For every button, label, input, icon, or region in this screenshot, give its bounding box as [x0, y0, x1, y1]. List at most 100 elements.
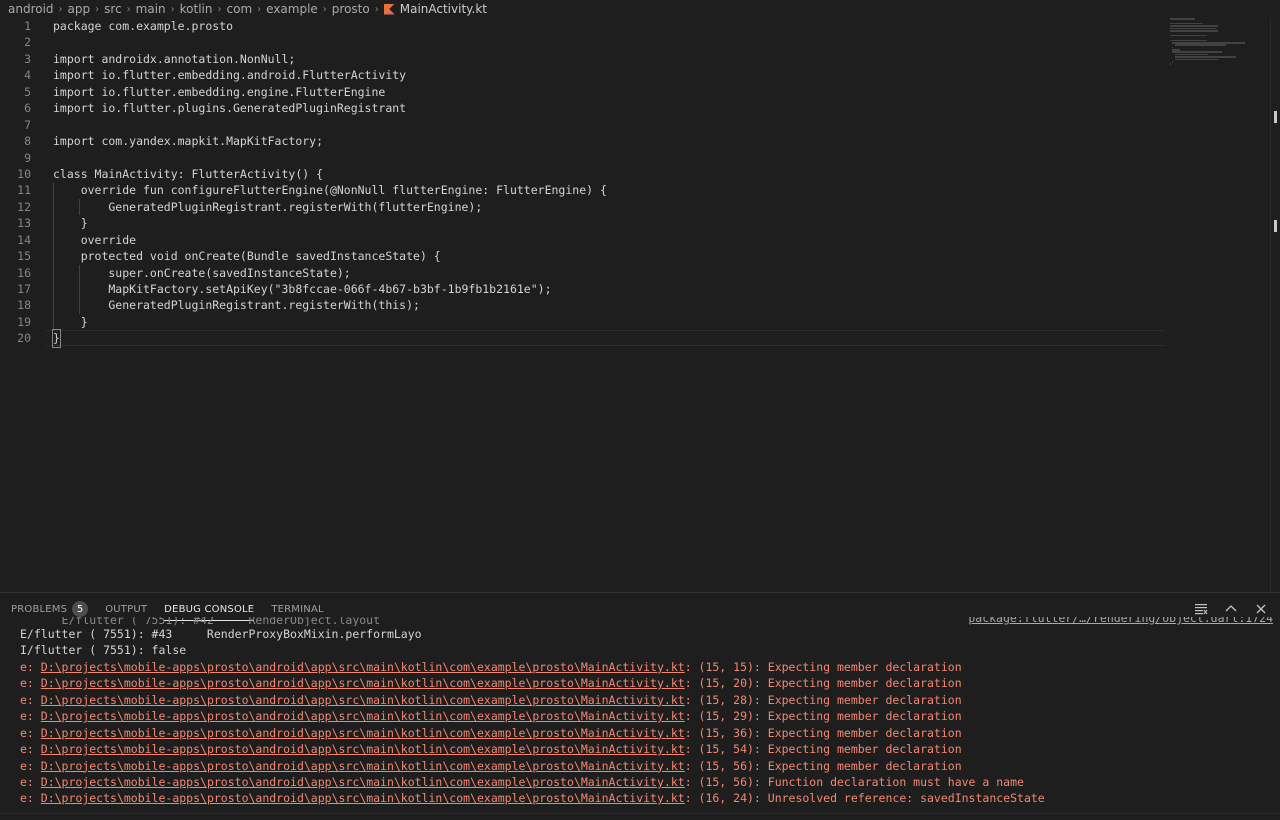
chevron-right-icon: › — [217, 3, 222, 15]
breadcrumb-item-prosto[interactable]: prosto — [332, 2, 370, 16]
kotlin-file-icon — [383, 3, 395, 15]
maximize-panel-button[interactable] — [1222, 600, 1240, 618]
line-number: 1 — [24, 19, 31, 33]
code-text[interactable]: import io.flutter.plugins.GeneratedPlugi… — [53, 100, 406, 116]
console-error-line: e: D:\projects\mobile-apps\prosto\androi… — [0, 741, 1280, 757]
breadcrumb-item-app[interactable]: app — [68, 2, 91, 16]
line-number: 2 — [24, 35, 31, 50]
minimap-line — [1174, 56, 1236, 58]
chevron-right-icon: › — [374, 3, 379, 15]
minimap[interactable] — [1170, 18, 1268, 66]
line-number: 17 — [17, 282, 31, 296]
line-number: 3 — [24, 51, 31, 66]
clear-console-icon — [1195, 604, 1208, 615]
error-file-link[interactable]: D:\projects\mobile-apps\prosto\android\a… — [41, 693, 685, 707]
line-number: 15 — [17, 249, 31, 264]
code-text[interactable]: class MainActivity: FlutterActivity() { — [53, 166, 323, 182]
minimap-line — [1170, 25, 1219, 27]
error-file-link[interactable]: D:\projects\mobile-apps\prosto\android\a… — [41, 709, 685, 723]
console-line: E/flutter ( 7551): #43 RenderProxyBoxMix… — [0, 626, 1280, 642]
error-file-link[interactable]: D:\projects\mobile-apps\prosto\android\a… — [41, 759, 685, 773]
error-prefix: e: — [20, 742, 41, 757]
error-file-link[interactable]: D:\projects\mobile-apps\prosto\android\a… — [41, 791, 685, 805]
console-text: E/flutter ( 7551): #43 RenderProxyBoxMix… — [20, 627, 422, 641]
code-text[interactable]: import io.flutter.embedding.android.Flut… — [53, 67, 406, 83]
line-number: 20 — [17, 331, 31, 346]
error-file-link[interactable]: D:\projects\mobile-apps\prosto\android\a… — [41, 775, 685, 789]
minimap-line — [1172, 46, 1174, 49]
chevron-right-icon: › — [95, 3, 100, 15]
error-message: : (15, 54): Expecting member declaration — [684, 742, 962, 757]
minimap-line — [1170, 22, 1204, 25]
code-text[interactable]: } — [52, 329, 61, 348]
code-text[interactable]: override — [53, 232, 136, 248]
breadcrumb-file[interactable]: MainActivity.kt — [400, 2, 487, 16]
error-message: : (16, 24): Unresolved reference: savedI… — [684, 791, 1045, 806]
line-number: 9 — [24, 150, 31, 165]
minimap-line — [1170, 34, 1208, 37]
code-text[interactable]: super.onCreate(savedInstanceState); — [53, 265, 350, 281]
clear-console-button[interactable] — [1192, 600, 1210, 618]
tab-label: PROBLEMS — [11, 603, 68, 615]
console-text: E/flutter ( 7551): #42 RenderObject.layo… — [61, 617, 381, 626]
tab-label: DEBUG CONSOLE — [164, 603, 255, 615]
breadcrumb-item-android[interactable]: android — [8, 2, 54, 16]
debug-console-output[interactable]: E/flutter ( 7551): #42 RenderObject.layo… — [0, 617, 1280, 814]
line-number: 6 — [24, 101, 31, 116]
line-number: 18 — [17, 298, 31, 313]
code-text[interactable]: import com.yandex.mapkit.MapKitFactory; — [53, 133, 323, 149]
console-error-line: e: D:\projects\mobile-apps\prosto\androi… — [0, 725, 1280, 741]
console-source-link[interactable]: package:flutter/…/rendering/object.dart:… — [968, 617, 1273, 624]
minimap-line — [1174, 58, 1218, 61]
error-file-link[interactable]: D:\projects\mobile-apps\prosto\android\a… — [41, 726, 685, 740]
error-message: : (15, 28): Expecting member declaration — [684, 692, 962, 707]
code-text[interactable]: protected void onCreate(Bundle savedInst… — [53, 248, 441, 264]
code-text[interactable]: import io.flutter.embedding.engine.Flutt… — [53, 84, 385, 100]
current-line-highlight — [46, 330, 1166, 347]
error-prefix: e: — [20, 676, 41, 691]
minimap-line — [1172, 51, 1222, 54]
chevron-right-icon: › — [257, 3, 262, 15]
error-message: : (15, 56): Function declaration must ha… — [684, 774, 1024, 789]
vertical-scrollbar[interactable] — [1270, 18, 1280, 592]
line-number: 5 — [24, 84, 31, 99]
code-text[interactable]: override fun configureFlutterEngine(@Non… — [53, 182, 607, 198]
code-text[interactable]: MapKitFactory.setApiKey("3b8fccae-066f-4… — [53, 281, 551, 297]
error-prefix: e: — [20, 791, 41, 806]
chevron-up-icon — [1225, 605, 1237, 612]
console-text: I/flutter ( 7551): false — [20, 643, 187, 658]
error-prefix: e: — [20, 659, 41, 674]
code-text[interactable]: import androidx.annotation.NonNull; — [53, 51, 295, 67]
code-text[interactable]: GeneratedPluginRegistrant.registerWith(t… — [53, 297, 420, 313]
breadcrumb-item-com[interactable]: com — [227, 2, 253, 16]
minimap-line — [1174, 44, 1227, 46]
code-text[interactable]: GeneratedPluginRegistrant.registerWith(f… — [53, 199, 482, 215]
error-prefix: e: — [20, 725, 41, 740]
close-panel-button[interactable] — [1252, 600, 1270, 618]
code-editor[interactable]: 1 package com.example.prosto 2 3 import andr… — [0, 18, 1280, 592]
line-number: 11 — [17, 183, 31, 198]
error-message: : (15, 20): Expecting member declaration — [684, 676, 962, 691]
code-text[interactable]: package com.example.prosto — [53, 18, 233, 34]
error-file-link[interactable]: D:\projects\mobile-apps\prosto\android\a… — [41, 742, 685, 756]
console-error-line: e: D:\projects\mobile-apps\prosto\androi… — [0, 790, 1280, 806]
minimap-line — [1170, 29, 1219, 32]
line-number: 13 — [17, 216, 31, 231]
console-error-line: e: D:\projects\mobile-apps\prosto\androi… — [0, 708, 1280, 724]
error-prefix: e: — [20, 758, 41, 773]
line-number: 8 — [24, 134, 31, 149]
error-message: : (15, 15): Expecting member declaration — [684, 659, 962, 674]
breadcrumb-item-example[interactable]: example — [266, 2, 318, 16]
breadcrumb: android › app › src › main › kotlin › com › ex… — [0, 0, 1280, 18]
code-text[interactable]: } — [53, 314, 88, 330]
line-number: 19 — [17, 314, 31, 329]
error-file-link[interactable]: D:\projects\mobile-apps\prosto\android\a… — [41, 676, 685, 690]
line-number: 4 — [24, 68, 31, 83]
scrollbar-marker — [1274, 111, 1277, 123]
error-file-link[interactable]: D:\projects\mobile-apps\prosto\android\a… — [41, 660, 685, 674]
breadcrumb-item-src[interactable]: src — [104, 2, 122, 16]
breadcrumb-item-main[interactable]: main — [136, 2, 166, 16]
breadcrumb-item-kotlin[interactable]: kotlin — [180, 2, 213, 16]
chevron-right-icon: › — [322, 3, 327, 15]
code-text[interactable]: } — [53, 215, 88, 231]
